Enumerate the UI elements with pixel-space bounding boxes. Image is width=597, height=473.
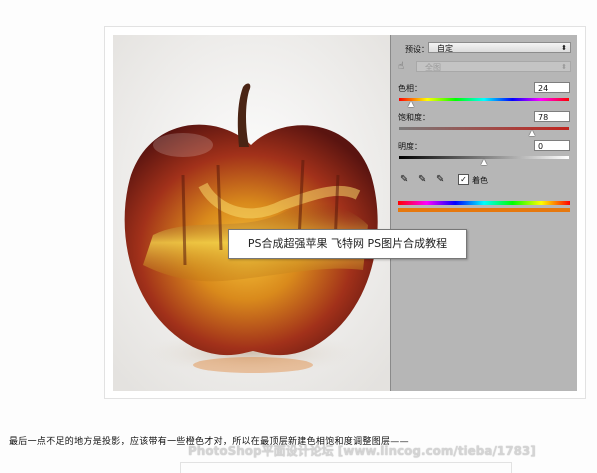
apple-image [113, 35, 390, 391]
apple-photo [113, 35, 390, 391]
preset-select[interactable]: 自定 ⬍ [428, 42, 571, 53]
eyedropper-minus-icon[interactable]: ✎ [436, 174, 444, 185]
lightness-label: 明度： [398, 142, 422, 151]
lightness-field[interactable]: 0 [534, 140, 570, 151]
hue-field[interactable]: 24 [534, 82, 570, 93]
saturation-field[interactable]: 78 [534, 111, 570, 122]
saturation-label: 饱和度： [398, 113, 430, 122]
preset-label: 预设： [405, 45, 429, 54]
lightness-slider-thumb[interactable] [481, 159, 487, 165]
colorize-checkbox[interactable]: ✓ [458, 174, 469, 185]
watermark: PhotoShop平面设计论坛 [www.lincog.com/tieba/17… [188, 444, 536, 458]
range-select: 全图 ⬍ [416, 61, 571, 72]
next-image-frame [180, 462, 512, 473]
preset-select-value: 自定 [437, 44, 453, 53]
lightness-slider[interactable] [399, 156, 569, 165]
eyedropper-plus-icon[interactable]: ✎ [418, 174, 426, 185]
input-spectrum-bar [398, 201, 570, 205]
hue-label: 色相： [398, 84, 422, 93]
range-select-value: 全图 [425, 63, 441, 72]
hue-saturation-panel: 预设： 自定 ⬍ ☝ 全图 ⬍ 色相： 24 饱和度： 78 明度： 0 ✎ ✎… [390, 35, 577, 391]
chevron-updown-icon: ⬍ [561, 44, 567, 52]
saturation-slider[interactable] [399, 127, 569, 136]
eyedropper-icon[interactable]: ✎ [400, 174, 408, 185]
colorize-label: 着色 [472, 176, 488, 185]
image-caption: PS合成超强苹果 飞特网 PS图片合成教程 [228, 229, 467, 259]
chevron-updown-icon: ⬍ [561, 63, 567, 71]
output-spectrum-bar [398, 208, 570, 212]
hand-adjust-icon[interactable]: ☝ [398, 61, 404, 72]
hue-slider-thumb[interactable] [407, 101, 414, 107]
saturation-slider-thumb[interactable] [528, 130, 535, 136]
hue-slider[interactable] [399, 98, 569, 107]
